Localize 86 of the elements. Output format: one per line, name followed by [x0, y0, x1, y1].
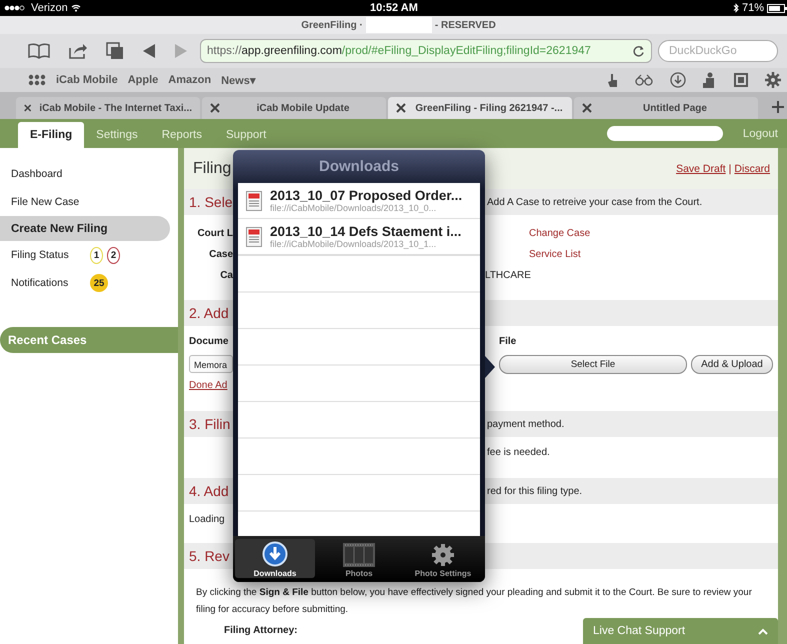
section-heading: 3. Filin: [189, 416, 232, 432]
hand-icon[interactable]: [608, 73, 618, 87]
field-label: Court L: [196, 228, 233, 239]
section-note: payment method.: [486, 418, 566, 430]
section-note: Add A Case to retreive your case from the Court.: [486, 196, 704, 208]
popover-tab[interactable]: Photos: [319, 539, 399, 578]
column-label: File: [498, 336, 518, 346]
section-heading: 5. Rev: [189, 548, 230, 564]
section-note: red for this filing type.: [486, 486, 584, 496]
browser-tab[interactable]: iCab Mobile Update: [202, 97, 386, 119]
bookmark-link[interactable]: Apple: [128, 74, 158, 86]
sign-file-notice: By clicking the Sign & File button below, you have effectively signed your pleading and submit it to the Court. Be sure to review your filing for accuracy before submitting.: [196, 586, 753, 617]
section-heading: 1. Sele: [189, 194, 233, 210]
popover-tab[interactable]: Downloads: [235, 539, 315, 578]
film-strip-icon: [343, 543, 375, 567]
section-heading: 4. Add: [189, 483, 230, 499]
page-title: - RESERVED: [434, 20, 496, 30]
download-item[interactable]: 2013_10_14 Defs Staement i... file://iCabMobile/Downloads/2013_10_1...: [238, 219, 480, 255]
sidebar-item[interactable]: Filing Status 1 2: [0, 241, 178, 269]
close-icon[interactable]: [24, 103, 32, 113]
discard-link[interactable]: Discard: [734, 162, 770, 174]
page-title: GreenFiling ·: [301, 20, 363, 30]
settings-icon: [431, 543, 455, 567]
count-badge: 2: [107, 246, 120, 264]
glasses-icon[interactable]: [635, 74, 653, 86]
battery-icon: [767, 4, 787, 12]
close-icon[interactable]: [210, 103, 220, 113]
download-icon: [262, 541, 288, 567]
field-label: Ca: [219, 270, 233, 281]
browser-tab[interactable]: iCab Mobile - The Internet Taxi...: [16, 97, 200, 119]
apps-grid-icon[interactable]: [28, 74, 46, 86]
action-link[interactable]: Change Case: [485, 228, 778, 239]
settings-icon[interactable]: [765, 72, 781, 88]
wifi-icon: [70, 4, 81, 12]
sidebar-item[interactable]: Dashboard: [0, 160, 178, 188]
search-field[interactable]: [606, 126, 723, 141]
field-value: LTHCARE: [485, 270, 532, 281]
pdf-file-icon: [246, 226, 262, 246]
sidebar-item[interactable]: Notifications 25: [0, 269, 178, 297]
save-draft-link[interactable]: Save Draft: [676, 162, 726, 174]
bookmark-link[interactable]: Amazon: [168, 74, 212, 86]
browser-tab[interactable]: GreenFiling - Filing 2621947 -...: [388, 97, 572, 119]
bookmark-link[interactable]: iCab Mobile: [56, 74, 118, 86]
filing-attorney-label: Filing Attorney:: [224, 625, 298, 636]
popover-title: Downloads: [318, 157, 400, 177]
tabs-icon[interactable]: [106, 42, 124, 60]
back-icon[interactable]: [142, 43, 156, 59]
bluetooth-icon: [732, 3, 739, 13]
battery-percent: 71%: [742, 2, 764, 14]
download-icon[interactable]: [670, 72, 686, 88]
action-link[interactable]: Service List: [485, 249, 778, 260]
search-field[interactable]: DuckDuckGo: [658, 40, 778, 62]
close-icon[interactable]: [582, 103, 592, 113]
done-link[interactable]: Done Ad: [189, 380, 228, 391]
field-label: Case: [208, 249, 233, 260]
separator: |: [728, 162, 732, 174]
sidebar-item[interactable]: File New Case: [0, 188, 178, 216]
window-icon[interactable]: [734, 73, 748, 87]
redaction-block: [366, 17, 432, 33]
address-field[interactable]: https://app.greenfiling.com/prod/#eFiling_DisplayEditFiling;filingId=2621947: [200, 39, 652, 63]
bookmarks-book-icon[interactable]: [28, 43, 50, 59]
chevron-up-icon[interactable]: [758, 628, 768, 634]
column-label: Docume: [189, 336, 230, 346]
document-select[interactable]: Memora: [189, 355, 233, 373]
popover-tab[interactable]: Photo Settings: [403, 539, 483, 578]
pdf-file-icon: [246, 190, 262, 210]
popover-arrow: [485, 356, 495, 378]
count-badge: 1: [90, 246, 103, 264]
section-heading: 2. Add: [189, 305, 230, 321]
browser-tab[interactable]: Untitled Page: [574, 97, 758, 119]
sidebar-item[interactable]: Create New Filing: [0, 216, 170, 241]
page-heading: Filing: [193, 160, 232, 178]
select-file-button[interactable]: Select File: [499, 354, 687, 374]
nav-tab[interactable]: E-Filing: [18, 122, 84, 148]
reload-icon[interactable]: [632, 44, 645, 58]
add-upload-button[interactable]: Add & Upload: [691, 354, 773, 374]
new-tab-icon[interactable]: [772, 101, 784, 113]
carrier-name: Verizon: [31, 2, 68, 14]
info-text: fee is needed.: [486, 446, 551, 458]
person-icon[interactable]: [703, 72, 717, 88]
count-badge: 25: [90, 274, 108, 292]
status-text: Loading: [189, 514, 226, 524]
bookmark-link[interactable]: News▾: [221, 74, 256, 86]
share-icon[interactable]: [68, 42, 88, 60]
close-icon[interactable]: [396, 103, 406, 113]
status-time: 10:52 AM: [370, 2, 418, 14]
